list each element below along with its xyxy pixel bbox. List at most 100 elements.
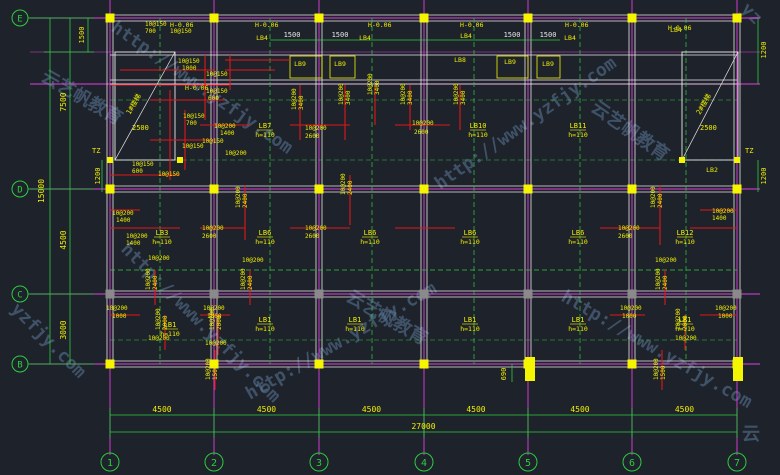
rebar-label-vertical: 2400 [242,193,249,208]
rebar-label-vertical: 10@200 [338,83,345,105]
rebar-label: 10@150 [178,58,200,65]
slab-thickness: h=110 [255,238,275,246]
column [209,184,219,194]
tz-label: TZ [745,147,753,155]
rebar-label: 10@200 [112,210,134,217]
column [314,184,324,194]
axis-bubble-label: B [17,361,22,371]
rebar-label-vertical: 1500 [212,365,219,380]
slab-thickness: h=110 [568,238,588,246]
dim-text-bay: 4500 [152,405,171,414]
slab-thickness: h=110 [255,325,275,333]
slab-label-small: LB9 [334,60,346,68]
rebar-label-vertical: 2400 [152,275,159,290]
rebar-label: 10@200 [106,305,128,312]
rebar-label-vertical: 10@200 [145,268,152,290]
rebar-label: 10@200 [715,305,737,312]
slab-thickness: h=110 [255,131,275,139]
column [732,184,742,194]
rebar-label: 10@200 [148,255,170,262]
rebar-label: 1000 [718,313,733,320]
rebar-label: 1000 [112,313,127,320]
rebar-label: 2600 [202,233,217,240]
slab-label: LB1 [464,316,477,324]
slab-thickness: h=110 [675,238,695,246]
column [523,13,533,23]
rebar-label: 2600 [305,133,320,140]
dim-text-bay: 4500 [675,405,694,414]
slab-label: LB1 [259,316,272,324]
slab-thickness: h=110 [468,131,488,139]
dim-text-left-total: 15000 [37,179,46,203]
rebar-label-vertical: 10@200 [367,73,374,95]
rebar-label: 10@150 [145,21,167,28]
rebar-label: 2600 [618,233,633,240]
rebar-label: 10@150 [202,138,224,145]
slab-thickness: h=110 [460,325,480,333]
slab-label-small: LB9 [504,58,516,66]
column [105,359,115,369]
rebar-label: 10@200 [305,225,327,232]
column [523,184,533,194]
rebar-label-vertical: 10@200 [155,308,162,330]
dim-text-left-top: 1500 [78,27,86,44]
stair-column [679,157,685,163]
slab-label-small: LB9 [294,60,306,68]
rebar-label-vertical: 1500 [660,365,667,380]
structural-slab-plan: 云艺帆教育http://www.yzfjy.com 云艺帆教育http://www… [0,0,780,475]
slab-label-small: LB9 [542,60,554,68]
rebar-label: 1400 [126,240,141,247]
column [732,289,742,299]
slab-label: LB1 [572,316,585,324]
column [419,13,429,23]
dim-text-top: 1500 [540,31,557,39]
rebar-label: 700 [186,120,197,127]
rebar-label: 10@200 [620,305,642,312]
rebar-label: 1000 [182,65,197,72]
elevation-mark: H-0.06 [460,21,484,29]
rebar-label: 10@200 [205,340,227,347]
rebar-label: 1400 [220,130,235,137]
rebar-label: 10@150 [132,161,154,168]
column [419,359,429,369]
slab-label: LB7 [259,122,272,130]
rebar-label-vertical: 10@200 [340,173,347,195]
slab-label: LB11 [570,122,587,130]
slab-label: LB10 [470,122,487,130]
rebar-label: 10@150 [182,143,204,150]
column [209,13,219,23]
rebar-label: 10@150 [170,28,192,35]
stair-dim-2500: 2500 [700,124,717,132]
column-offset [525,357,535,381]
dim-text-left-small: 1200 [94,168,102,185]
rebar-label: 10@200 [655,257,677,264]
column [314,13,324,23]
column [419,289,429,299]
column [627,289,637,299]
rebar-label-vertical: 2400 [347,180,354,195]
column [523,289,533,299]
slab-label: LB12 [677,229,694,237]
dim-text-left: 7500 [59,92,68,111]
axis-bubble-label: C [17,291,22,301]
rebar-label: 600 [132,168,143,175]
elevation-mark: H-0.06 [565,21,589,29]
slab-label-small: LB8 [454,56,466,64]
rebar-label-vertical: 10@200 [653,358,660,380]
dim-text-top: 1500 [284,31,301,39]
rebar-label: 2600 [414,129,429,136]
rebar-label-vertical: 2000 [162,315,169,330]
rebar-label-vertical: 2000 [216,315,223,330]
dim-text-bay: 4500 [362,405,381,414]
rebar-label: 10@200 [675,335,697,342]
dim-text-total: 27000 [411,422,435,431]
rebar-label: 10@150 [183,113,205,120]
elevation-mark: H-0.06 [368,21,392,29]
slab-thickness: h=110 [360,238,380,246]
slab-label-small: LB4 [256,34,268,42]
watermark-text: 云 [742,424,760,445]
column [627,13,637,23]
dim-text-top: 1500 [332,31,349,39]
stair-column [107,157,113,163]
slab-label: LB3 [156,229,169,237]
